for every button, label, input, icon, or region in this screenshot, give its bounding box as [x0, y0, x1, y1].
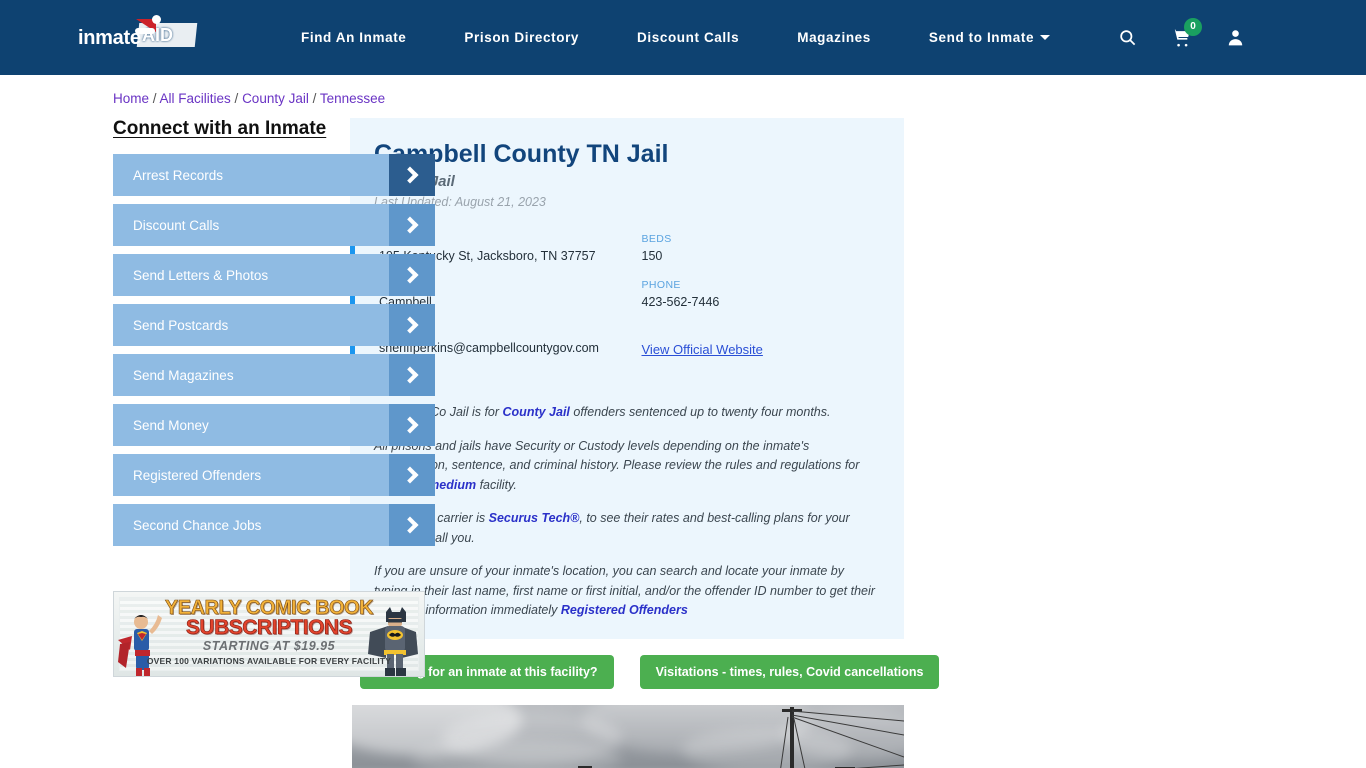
cart-icon[interactable]: 0: [1169, 17, 1203, 50]
sidebar-item-arrest-records[interactable]: Arrest Records: [113, 154, 435, 196]
desc-p4-link-registered-offenders[interactable]: Registered Offenders: [561, 603, 688, 617]
sidebar-item-label: Send Money: [133, 417, 209, 433]
sidebar-item-label: Registered Offenders: [133, 467, 262, 483]
primary-nav: Find An Inmate Prison Directory Discount…: [272, 30, 1079, 45]
search-icon[interactable]: [1115, 26, 1139, 50]
comic-book-ad-banner[interactable]: YEARLY COMIC BOOK SUBSCRIPTIONS STARTING…: [113, 591, 425, 677]
nav-item-find-an-inmate[interactable]: Find An Inmate: [272, 30, 435, 45]
sidebar-item-discount-calls[interactable]: Discount Calls: [113, 204, 435, 246]
nav-item-magazines[interactable]: Magazines: [768, 30, 900, 45]
sidebar-item-label: Send Postcards: [133, 317, 229, 333]
logo-text: inmate: [78, 26, 141, 49]
chevron-right-icon: [389, 354, 435, 396]
sidebar-heading: Connect with an Inmate: [113, 118, 327, 139]
nav-icon-group: 0: [1115, 17, 1247, 50]
chevron-right-icon: [389, 154, 435, 196]
facility-details-right-column: BEDS 150 PHONE 423-562-7446 View Officia…: [642, 233, 905, 375]
official-website-link[interactable]: View Official Website: [642, 342, 763, 357]
sidebar-item-label: Send Letters & Photos: [133, 267, 269, 283]
chevron-down-icon: [1040, 35, 1051, 40]
cta-button-row: Looking for an inmate at this facility? …: [360, 654, 940, 689]
phone-value: 423-562-7446: [641, 295, 720, 309]
sidebar-item-send-letters-photos[interactable]: Send Letters & Photos: [113, 254, 435, 296]
breadcrumb-item-tennessee[interactable]: Tennessee: [320, 91, 385, 106]
description-paragraph-2: All prisons and jails have Security or C…: [374, 437, 880, 496]
sidebar-item-label: Second Chance Jobs: [133, 517, 262, 533]
sidebar-item-send-postcards[interactable]: Send Postcards: [113, 304, 435, 346]
sidebar-item-send-money[interactable]: Send Money: [113, 404, 435, 446]
beds-value: 150: [641, 249, 663, 263]
desc-p2-text-a: All prisons and jails have Security or C…: [374, 438, 860, 473]
nav-item-prison-directory[interactable]: Prison Directory: [435, 30, 608, 45]
desc-p1-text-b: offenders sentenced up to twenty four mo…: [569, 405, 831, 419]
nav-item-send-to-inmate-label: Send to Inmate: [928, 30, 1035, 45]
chevron-right-icon: [389, 404, 435, 446]
sidebar-item-registered-offenders[interactable]: Registered Offenders: [113, 454, 435, 496]
website-field: View Official Website: [642, 325, 905, 359]
sidebar-item-label: Arrest Records: [133, 167, 224, 183]
description-paragraph-4: If you are unsure of your inmate's locat…: [374, 562, 880, 621]
chevron-right-icon: [389, 504, 435, 546]
description-paragraph-3: The phone carrier is Securus Tech®, to s…: [374, 509, 880, 548]
beds-label: BEDS: [641, 233, 672, 245]
sidebar-item-label: Send Magazines: [133, 367, 234, 383]
ad-title-line2: SUBSCRIPTIONS: [185, 616, 353, 640]
ad-footer-text: OVER 100 VARIATIONS AVAILABLE FOR EVERY …: [146, 656, 392, 666]
website-label-spacer: [642, 325, 905, 337]
nav-item-discount-calls[interactable]: Discount Calls: [608, 30, 768, 45]
santa-hat-icon: [135, 14, 162, 34]
sidebar: Connect with an Inmate Arrest Records Di…: [0, 118, 435, 768]
power-lines: [780, 710, 904, 768]
breadcrumb-item-county-jail[interactable]: County Jail: [242, 91, 309, 106]
chevron-right-icon: [389, 254, 435, 296]
chevron-right-icon: [389, 454, 435, 496]
chevron-right-icon: [389, 204, 435, 246]
cart-count-badge: 0: [1184, 17, 1203, 36]
visitations-button[interactable]: Visitations - times, rules, Covid cancel…: [639, 654, 940, 689]
facility-photo: [352, 704, 904, 768]
breadcrumb: Home / All Facilities / County Jail / Te…: [113, 91, 386, 106]
beds-field: BEDS 150: [642, 233, 905, 263]
top-navbar: inmate AID Find An Inmate Prison Directo…: [0, 0, 1366, 75]
sidebar-item-send-magazines[interactable]: Send Magazines: [113, 354, 435, 396]
phone-field: PHONE 423-562-7446: [642, 279, 905, 309]
desc-p3-link-securus-tech[interactable]: Securus Tech®: [489, 511, 580, 525]
description-paragraph-1: Campbell Co Jail is for County Jail offe…: [374, 403, 880, 423]
breadcrumb-item-all-facilities[interactable]: All Facilities: [160, 91, 231, 106]
ad-subtitle: STARTING AT $19.95: [202, 639, 336, 653]
desc-p2-text-b: facility.: [476, 477, 517, 492]
sidebar-item-second-chance-jobs[interactable]: Second Chance Jobs: [113, 504, 435, 546]
phone-label: PHONE: [641, 279, 681, 291]
breadcrumb-item-home[interactable]: Home: [113, 91, 149, 106]
site-logo[interactable]: inmate AID: [78, 14, 198, 61]
page-body: Home / All Facilities / County Jail / Te…: [0, 91, 1366, 768]
nav-item-send-to-inmate[interactable]: Send to Inmate: [900, 30, 1079, 45]
sidebar-item-label: Discount Calls: [133, 217, 220, 233]
chevron-right-icon: [389, 304, 435, 346]
desc-p1-link-county-jail[interactable]: County Jail: [503, 405, 570, 419]
user-icon[interactable]: [1223, 26, 1247, 50]
